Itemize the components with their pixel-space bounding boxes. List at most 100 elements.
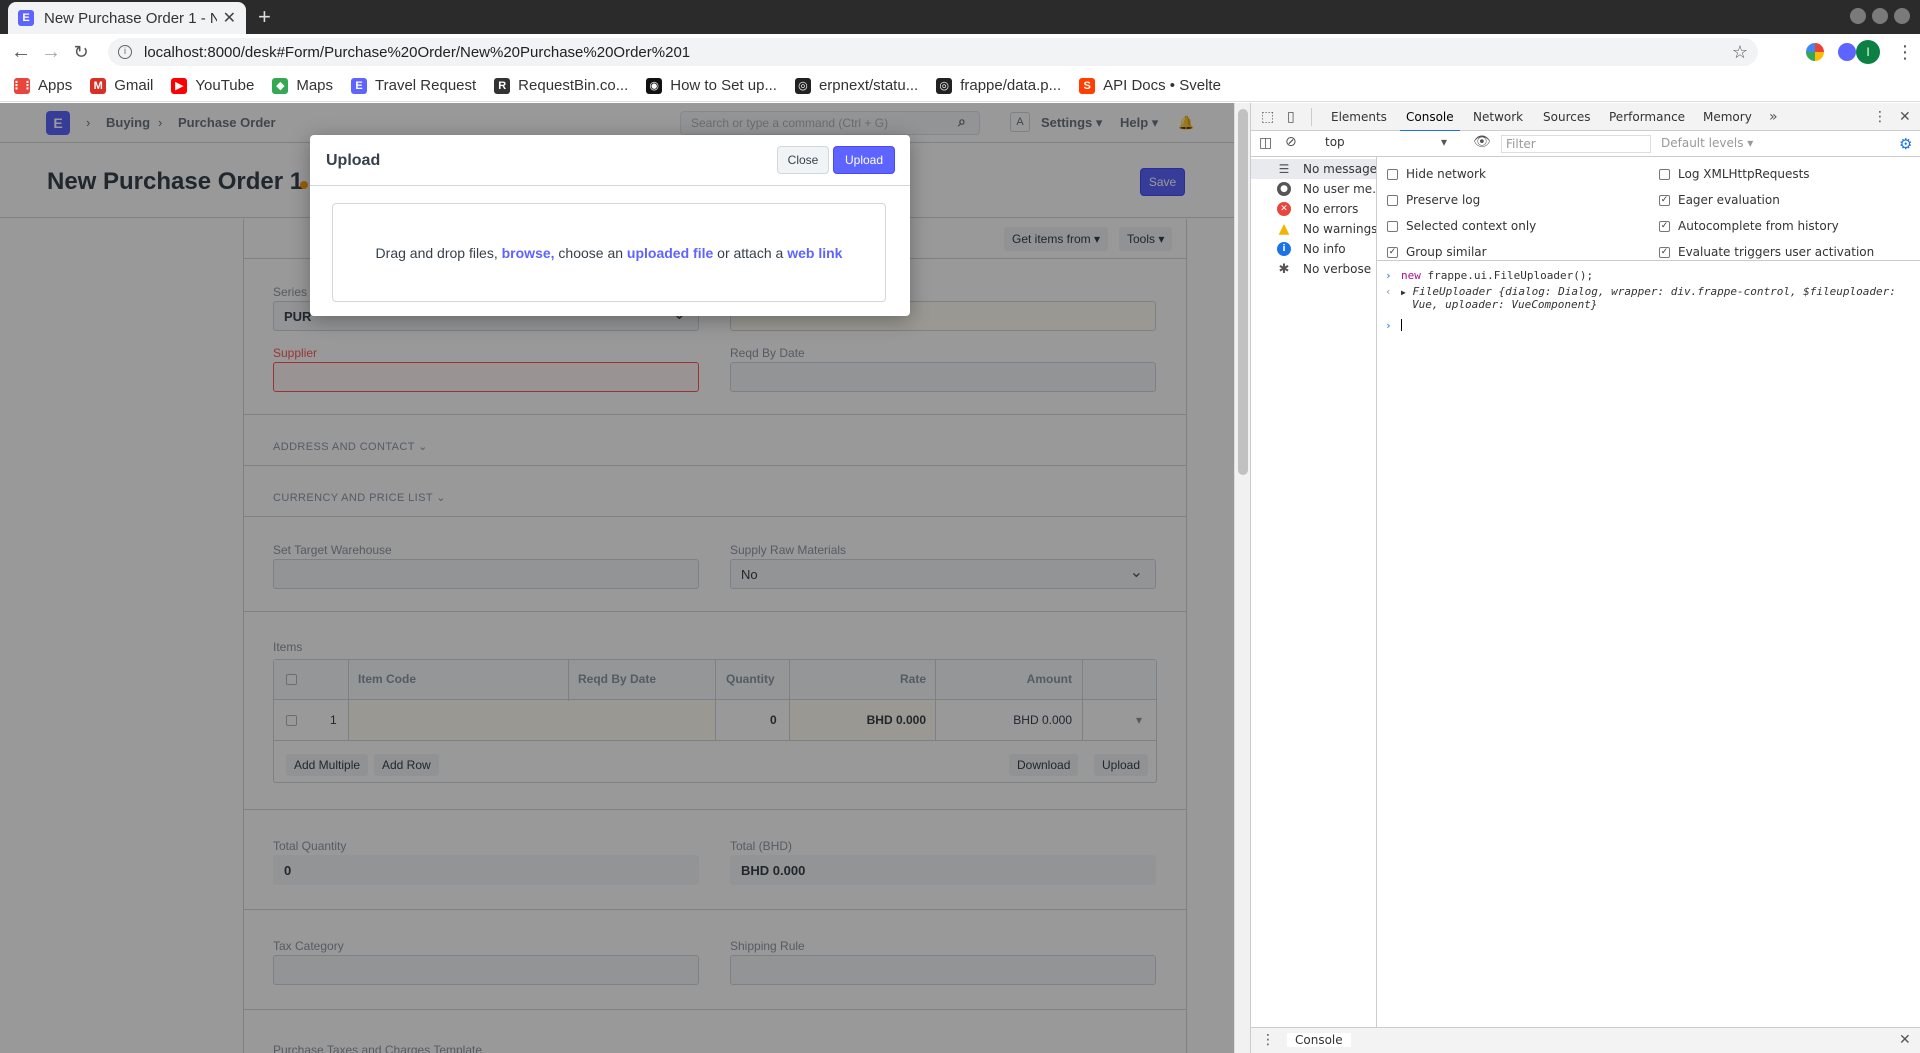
color-picker-extension-icon[interactable] [1806,43,1824,61]
checkbox-unchecked[interactable] [1387,220,1398,232]
drawer-tab-console[interactable]: Console [1287,1033,1351,1047]
expand-triangle-icon[interactable]: ▶ [1401,288,1406,297]
autocomplete-history-option[interactable]: ✓ Autocomplete from history [1659,219,1839,233]
checkbox-checked[interactable]: ✓ [1659,246,1670,258]
more-tabs-icon[interactable]: » [1769,109,1778,125]
console-prompt-line[interactable]: › [1377,319,1920,334]
evaluate-triggers-option[interactable]: ✓ Evaluate triggers user activation [1659,245,1874,259]
console-result-text: FileUploader {dialog: Dialog, wrapper: d… [1412,285,1896,298]
page-scrollbar[interactable] [1234,103,1250,1053]
close-tab-icon[interactable]: ✕ [223,8,236,28]
browse-link[interactable]: browse, [502,245,555,261]
close-button[interactable]: Close [777,146,829,174]
tab-sources[interactable]: Sources [1543,110,1590,124]
group-similar-option[interactable]: ✓ Group similar [1387,245,1487,259]
sidebar-item-errors[interactable]: ✕ No errors [1251,199,1376,219]
checkbox-unchecked[interactable] [1387,194,1398,206]
site-info-icon[interactable]: i [118,45,132,59]
bookmark-item[interactable]: ◉ How to Set up... [646,77,777,94]
text-cursor [1401,319,1402,331]
file-drop-zone[interactable]: Drag and drop files, browse, choose an u… [332,203,886,302]
preserve-log-option[interactable]: Preserve log [1387,193,1480,207]
bookmark-label: erpnext/statu... [818,77,919,94]
console-result-line[interactable]: ‹ ▶ FileUploader {dialog: Dialog, wrappe… [1377,285,1920,298]
erpnext-favicon-icon: E [18,10,34,26]
console-output[interactable]: › new frappe.ui.FileUploader(); ‹ ▶ File… [1377,261,1920,1027]
close-devtools-icon[interactable]: ✕ [1899,109,1911,125]
browser-menu-icon[interactable]: ⋮ [1896,42,1914,63]
device-toolbar-icon[interactable]: ▯ [1287,109,1295,125]
console-result-line-2: Vue, uploader: VueComponent} [1377,298,1920,311]
browser-toolbar: ← → ↻ i localhost:8000/desk#Form/Purchas… [0,34,1920,70]
sidebar-item-info[interactable]: i No info [1251,239,1376,259]
sidebar-toggle-icon[interactable]: ◫ [1259,135,1272,151]
minimize-window-icon[interactable] [1850,8,1866,24]
reload-icon[interactable]: ↻ [66,42,96,63]
sidebar-item-label: No warnings [1303,222,1376,236]
live-expression-eye-icon[interactable]: 👁 [1473,134,1491,150]
checkbox-checked[interactable]: ✓ [1659,194,1670,206]
selected-context-option[interactable]: Selected context only [1387,219,1536,233]
console-filter-input[interactable]: Filter [1501,135,1651,153]
bookmark-item[interactable]: ◆ Maps [272,77,333,94]
bookmark-item[interactable]: ▶ YouTube [171,77,254,94]
checkbox-unchecked[interactable] [1387,168,1398,180]
sidebar-item-messages[interactable]: ☰ No messages [1251,159,1376,179]
checkbox-checked[interactable]: ✓ [1659,220,1670,232]
warning-icon: ▲ [1278,221,1290,237]
checkbox-unchecked[interactable] [1659,168,1670,180]
web-link-link[interactable]: web link [787,245,842,261]
tab-performance[interactable]: Performance [1609,110,1685,124]
tab-title: New Purchase Order 1 - N [44,9,217,27]
inspect-element-icon[interactable]: ⬚ [1261,109,1274,125]
tab-elements[interactable]: Elements [1331,110,1387,124]
bookmark-item[interactable]: ◎ frappe/data.p... [936,77,1061,94]
sidebar-item-warnings[interactable]: ▲ No warnings [1251,219,1376,239]
bookmark-label: frappe/data.p... [960,77,1062,94]
console-input-text: frappe.ui.FileUploader(); [1420,269,1594,282]
extension-check-icon[interactable] [1838,43,1856,61]
clear-console-icon[interactable]: ⊘ [1285,134,1297,150]
profile-avatar[interactable]: I [1856,40,1880,64]
tab-network[interactable]: Network [1473,110,1523,124]
close-window-icon[interactable] [1894,8,1910,24]
bookmark-item[interactable]: S API Docs • Svelte [1079,77,1221,94]
console-result-text-2: Vue, uploader: VueComponent} [1412,298,1598,311]
result-arrow-icon: ‹ [1385,285,1392,298]
bookmark-star-icon[interactable]: ☆ [1732,42,1748,63]
address-bar[interactable]: i localhost:8000/desk#Form/Purchase%20Or… [108,38,1758,66]
drawer-menu-icon[interactable]: ⋮ [1261,1032,1275,1048]
close-drawer-icon[interactable]: ✕ [1899,1032,1911,1048]
toolbar-divider [1311,108,1312,126]
apps-grid-icon: ⋮⋮ [11,77,33,94]
bookmark-item[interactable]: ◎ erpnext/statu... [794,77,919,94]
new-tab-icon[interactable]: + [258,4,271,30]
eager-evaluation-option[interactable]: ✓ Eager evaluation [1659,193,1780,207]
uploaded-file-link[interactable]: uploaded file [627,245,713,261]
checkbox-checked[interactable]: ✓ [1387,246,1398,258]
tab-memory[interactable]: Memory [1703,110,1752,124]
log-xhr-option[interactable]: Log XMLHttpRequests [1659,167,1810,181]
devtools-menu-icon[interactable]: ⋮ [1873,109,1887,125]
sidebar-item-label: No info [1303,242,1346,256]
option-label: Autocomplete from history [1678,219,1839,233]
forward-arrow-icon[interactable]: → [36,41,66,64]
bookmark-item[interactable]: M Gmail [90,77,153,94]
log-levels-dropdown[interactable]: Default levels ▾ [1661,136,1753,150]
maximize-window-icon[interactable] [1872,8,1888,24]
bookmark-item[interactable]: R RequestBin.co... [494,77,628,94]
console-sidebar: ☰ No messages ● No user me... ✕ No error… [1251,157,1377,1027]
sidebar-item-user-messages[interactable]: ● No user me... [1251,179,1376,199]
sidebar-item-verbose[interactable]: ✱ No verbose [1251,259,1376,279]
console-settings-gear-icon[interactable]: ⚙ [1899,135,1915,153]
tab-console[interactable]: Console [1400,110,1460,132]
bookmark-item[interactable]: E Travel Request [351,77,476,94]
scrollbar-thumb[interactable] [1238,109,1248,475]
upload-button[interactable]: Upload [833,146,895,174]
console-drawer: ⋮ Console ✕ [1251,1027,1920,1053]
back-arrow-icon[interactable]: ← [6,41,36,64]
bookmark-item[interactable]: ⋮⋮ Apps [11,77,72,94]
hide-network-option[interactable]: Hide network [1387,167,1486,181]
browser-tab[interactable]: E New Purchase Order 1 - N ✕ [8,2,246,34]
context-select[interactable]: top [1321,135,1451,153]
